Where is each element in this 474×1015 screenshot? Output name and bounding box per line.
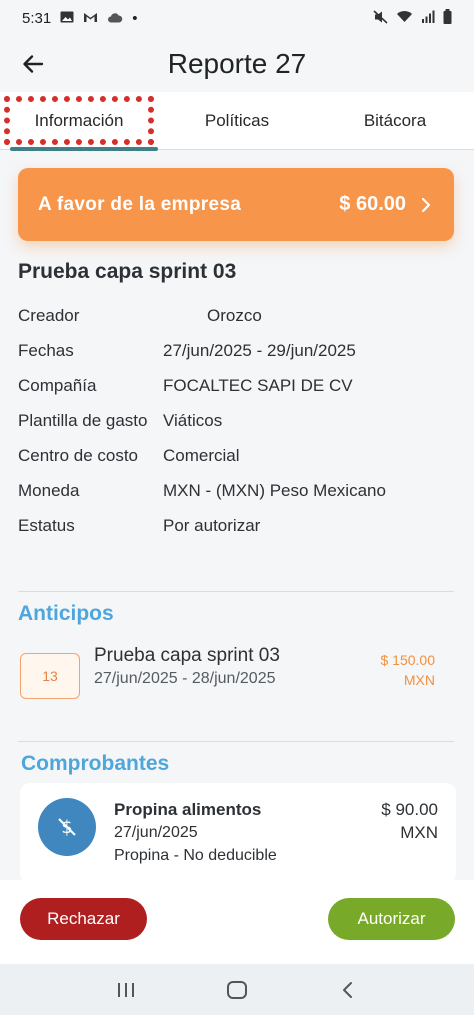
- notification-dot: •: [132, 9, 138, 27]
- system-nav-bar: [0, 964, 474, 1015]
- info-row-template: Plantilla de gasto Viáticos: [18, 410, 454, 432]
- arrow-left-icon: [23, 55, 44, 73]
- chevron-right-icon: [421, 197, 431, 212]
- battery-icon: [443, 9, 452, 27]
- recent-apps-button[interactable]: [101, 970, 151, 1010]
- balance-label: A favor de la empresa: [38, 193, 242, 215]
- receipts-section-title: Comprobantes: [21, 752, 170, 775]
- info-value: Viáticos: [163, 411, 223, 430]
- divider: [18, 741, 454, 742]
- report-info-table: Creador Orozco Fechas 27/jun/2025 - 29/j…: [18, 305, 454, 550]
- system-back-button[interactable]: [323, 970, 373, 1010]
- back-chevron-icon: [343, 981, 353, 998]
- advance-text: Prueba capa sprint 03 27/jun/2025 - 28/j…: [94, 645, 280, 705]
- status-bar: 5:31 •: [0, 0, 474, 36]
- receipt-category: Propina - No deducible: [114, 847, 277, 864]
- info-value: MXN - (MXN) Peso Mexicano: [163, 481, 386, 500]
- receipt-date: 27/jun/2025: [114, 824, 198, 841]
- tab-politicas[interactable]: Políticas: [158, 92, 316, 149]
- gallery-icon: [60, 10, 74, 27]
- status-time: 5:31: [22, 9, 52, 27]
- balance-amount: $ 60.00: [339, 193, 406, 215]
- tab-label: Información: [34, 110, 124, 130]
- info-key: Estatus: [18, 516, 75, 535]
- receipt-amount: $ 90.00 MXN: [381, 798, 438, 844]
- advance-amount-value: $ 150.00: [380, 652, 436, 668]
- tab-bar: Información Políticas Bitácora: [0, 92, 474, 151]
- advance-badge: 13: [20, 653, 80, 699]
- recent-apps-icon: [117, 982, 134, 997]
- approve-button[interactable]: Autorizar: [328, 898, 455, 940]
- gmail-icon: [83, 10, 98, 27]
- cloud-icon: [107, 10, 123, 27]
- advance-dates: 27/jun/2025 - 28/jun/2025: [94, 670, 276, 687]
- divider: [18, 591, 454, 592]
- report-name: Prueba capa sprint 03: [18, 260, 237, 283]
- home-icon: [226, 980, 247, 999]
- info-value: 27/jun/2025 - 29/jun/2025: [163, 341, 356, 360]
- mute-icon: [373, 9, 388, 27]
- report-content[interactable]: A favor de la empresa $ 60.00 Prueba cap…: [0, 150, 474, 880]
- receipt-category-icon: $: [38, 798, 96, 856]
- info-row-currency: Moneda MXN - (MXN) Peso Mexicano: [18, 480, 454, 502]
- advance-amount-currency: MXN: [403, 672, 435, 688]
- info-row-company: Compañía FOCALTEC SAPI DE CV: [18, 375, 454, 397]
- tab-label: Políticas: [204, 110, 270, 130]
- info-key: Fechas: [18, 341, 74, 360]
- receipt-card[interactable]: $ Propina alimentos 27/jun/2025 Propina …: [20, 783, 456, 880]
- info-value: Orozco: [207, 306, 262, 325]
- receipt-amount-value: $ 90.00: [381, 800, 438, 819]
- wifi-icon: [396, 10, 413, 26]
- money-off-icon: $: [58, 817, 76, 838]
- app-header: Reporte 27: [0, 36, 474, 92]
- reject-button[interactable]: Rechazar: [20, 898, 147, 940]
- receipt-amount-currency: MXN: [400, 823, 438, 842]
- info-row-status: Estatus Por autorizar: [18, 515, 454, 537]
- home-button[interactable]: [212, 970, 262, 1010]
- tab-bitacora[interactable]: Bitácora: [316, 92, 474, 149]
- receipt-text: Propina alimentos 27/jun/2025 Propina - …: [114, 798, 277, 880]
- advance-amount: $ 150.00 MXN: [381, 650, 436, 690]
- info-key: Creador: [18, 306, 80, 325]
- tab-informacion[interactable]: Información: [0, 92, 158, 151]
- tab-label: Bitácora: [363, 110, 427, 130]
- info-key: Plantilla de gasto: [18, 411, 148, 430]
- info-value: Por autorizar: [163, 516, 261, 535]
- info-key: Centro de costo: [18, 446, 139, 465]
- info-row-creator: Creador Orozco: [18, 305, 454, 327]
- receipt-title: Propina alimentos: [114, 800, 262, 819]
- info-value: FOCALTEC SAPI DE CV: [163, 376, 353, 395]
- action-bar: Rechazar Autorizar: [0, 880, 474, 964]
- balance-card[interactable]: A favor de la empresa $ 60.00: [18, 168, 454, 241]
- info-key: Compañía: [18, 376, 97, 395]
- back-button[interactable]: [10, 41, 56, 87]
- advances-section-title: Anticipos: [18, 602, 114, 625]
- advance-item[interactable]: 13 Prueba capa sprint 03 27/jun/2025 - 2…: [20, 645, 440, 705]
- info-row-dates: Fechas 27/jun/2025 - 29/jun/2025: [18, 340, 454, 362]
- info-row-cost-center: Centro de costo Comercial: [18, 445, 454, 467]
- page-title: Reporte 27: [167, 48, 307, 79]
- signal-icon: [421, 10, 435, 26]
- info-value: Comercial: [163, 446, 240, 465]
- advance-title: Prueba capa sprint 03: [94, 645, 280, 666]
- info-key: Moneda: [18, 481, 80, 500]
